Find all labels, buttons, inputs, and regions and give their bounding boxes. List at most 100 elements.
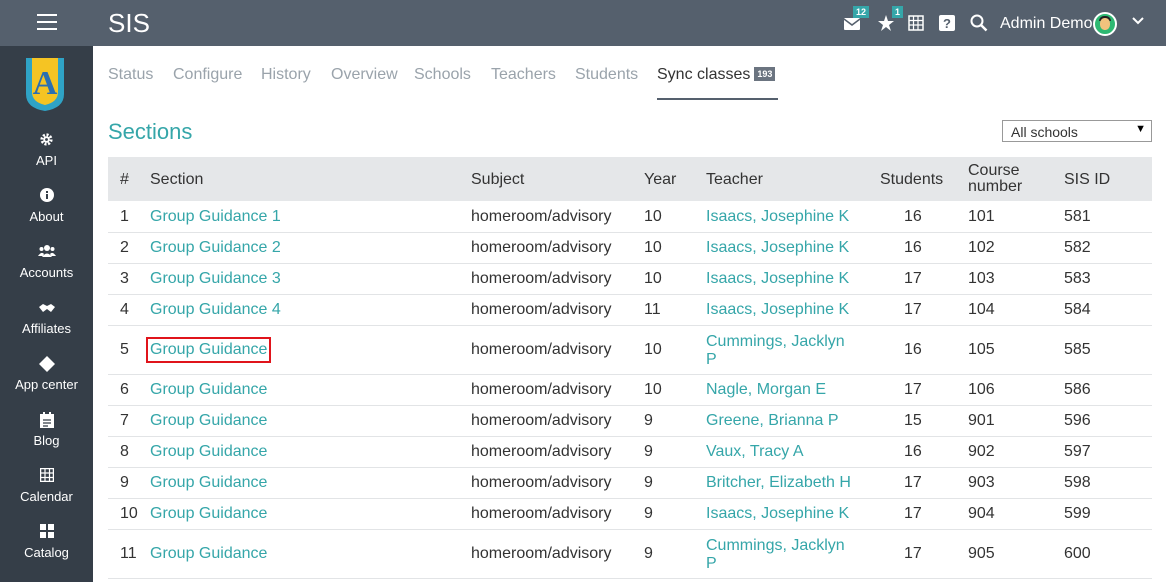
section-link[interactable]: Group Guidance 4 (150, 301, 281, 319)
teacher-name-line2: P (706, 351, 717, 368)
calendar-icon (0, 467, 93, 488)
teacher-link[interactable]: Vaux, Tracy A (706, 443, 804, 461)
teacher-name-line2: P (706, 555, 717, 572)
col-header-year[interactable]: Year (644, 171, 676, 189)
table-row: 1 Group Guidance 1 homeroom/advisory 10 Isaa… (108, 202, 1152, 233)
teacher-link[interactable]: Britcher, Elizabeth H (706, 474, 851, 492)
top-bar: SIS 12 1 ? Admin Demo (0, 0, 1166, 46)
students-cell: 16 (904, 341, 922, 358)
teacher-link[interactable]: Isaacs, Josephine K (706, 208, 849, 226)
section-link[interactable]: Group Guidance (150, 545, 267, 563)
teacher-link[interactable]: Isaacs, Josephine K (706, 239, 849, 257)
tab-label: Sync classes (657, 66, 751, 83)
sidebar-item-label: Blog (33, 433, 60, 448)
table-row: 11 Group Guidance homeroom/advisory 9 Cummin… (108, 530, 1152, 579)
col-header-sis-id[interactable]: SIS ID (1064, 171, 1110, 189)
students-cell: 17 (904, 301, 922, 318)
tab-history[interactable]: History (261, 66, 311, 84)
section-link[interactable]: Group Guidance (150, 505, 267, 523)
teacher-link[interactable]: Isaacs, Josephine K (706, 505, 849, 523)
teacher-name-line1: Cummings, Jacklyn (706, 537, 845, 554)
sidebar-item-api[interactable]: API (0, 132, 93, 188)
course-number-cell: 901 (968, 412, 995, 429)
teacher-link[interactable]: Nagle, Morgan E (706, 381, 826, 399)
teacher-link[interactable]: Isaacs, Josephine K (706, 270, 849, 288)
sis-id-cell: 597 (1064, 443, 1091, 460)
col-header-students[interactable]: Students (880, 171, 943, 189)
teacher-link[interactable]: Cummings, Jacklyn P (706, 333, 845, 369)
row-number: 9 (120, 474, 129, 491)
tab-students[interactable]: Students (575, 66, 638, 84)
subject-cell: homeroom/advisory (471, 301, 612, 318)
tab-configure[interactable]: Configure (173, 66, 242, 84)
active-tab-indicator (657, 98, 778, 100)
tab-overview[interactable]: Overview (331, 66, 398, 84)
subject-cell: homeroom/advisory (471, 505, 612, 522)
school-logo[interactable]: A (24, 56, 66, 112)
col-header-section[interactable]: Section (150, 171, 203, 189)
teacher-name-line1: Cummings, Jacklyn (706, 333, 845, 350)
messages-badge: 12 (852, 6, 869, 18)
messages-icon[interactable]: 12 (842, 6, 869, 33)
sidebar-item-about[interactable]: About (0, 188, 93, 244)
svg-text:?: ? (943, 16, 951, 31)
sidebar-item-label: Accounts (19, 265, 74, 280)
sidebar-item-blog[interactable]: Blog (0, 412, 93, 468)
sidebar-item-catalog[interactable]: Catalog (0, 524, 93, 580)
course-number-cell: 903 (968, 474, 995, 491)
count-badge: 193 (754, 67, 776, 81)
students-cell: 17 (904, 474, 922, 491)
gear-icon (0, 132, 93, 152)
row-number: 7 (120, 412, 129, 429)
tab-teachers[interactable]: Teachers (491, 66, 556, 84)
teacher-link[interactable]: Greene, Brianna P (706, 412, 839, 430)
sidebar-item-app-center[interactable]: App center (0, 356, 93, 412)
help-icon[interactable]: ? (937, 13, 957, 33)
catalog-icon (0, 524, 93, 544)
year-cell: 11 (644, 301, 661, 318)
info-icon (0, 188, 93, 208)
tab-schools[interactable]: Schools (414, 66, 471, 84)
sidebar-item-label: About (29, 209, 64, 224)
calendar-grid-icon[interactable] (906, 13, 926, 33)
section-link[interactable]: Group Guidance 2 (150, 239, 281, 257)
tab-sync-classes[interactable]: Sync classes 193 (657, 66, 776, 84)
hamburger-menu-icon[interactable] (37, 14, 57, 31)
col-header-teacher[interactable]: Teacher (706, 171, 763, 189)
search-icon[interactable] (969, 13, 989, 33)
course-number-cell: 904 (968, 505, 995, 522)
blog-icon (0, 412, 93, 432)
section-link[interactable]: Group Guidance (150, 443, 267, 461)
section-link[interactable]: Group Guidance 1 (150, 208, 281, 226)
teacher-link[interactable]: Isaacs, Josephine K (706, 301, 849, 319)
col-header-course-number[interactable]: Course number (968, 163, 1022, 195)
col-header-num[interactable]: # (120, 171, 129, 189)
course-number-cell: 105 (968, 341, 995, 358)
table-row: 8 Group Guidance homeroom/advisory 9 Vaux, T… (108, 437, 1152, 468)
year-cell: 10 (644, 381, 662, 398)
section-link[interactable]: Group Guidance (150, 474, 267, 492)
row-number: 3 (120, 270, 129, 287)
sidebar: A API About Accounts Affiliates App cent… (0, 46, 93, 582)
teacher-link[interactable]: Cummings, Jacklyn P (706, 537, 845, 573)
col-header-subject[interactable]: Subject (471, 171, 524, 189)
chevron-down-icon[interactable] (1131, 14, 1145, 31)
user-name[interactable]: Admin Demo (1000, 15, 1092, 33)
notifications-icon[interactable]: 1 (876, 6, 903, 33)
sidebar-item-label: App center (15, 377, 78, 392)
sidebar-item-affiliates[interactable]: Affiliates (0, 300, 93, 356)
section-link[interactable]: Group Guidance (145, 337, 272, 363)
sis-id-cell: 596 (1064, 412, 1091, 429)
sidebar-item-calendar[interactable]: Calendar (0, 467, 93, 524)
school-filter-select[interactable]: All schools ▼ (1002, 120, 1152, 142)
avatar[interactable] (1093, 12, 1117, 36)
tab-status[interactable]: Status (108, 66, 153, 84)
sis-id-cell: 600 (1064, 545, 1091, 562)
course-number-cell: 902 (968, 443, 995, 460)
section-link[interactable]: Group Guidance 3 (150, 270, 281, 288)
section-link[interactable]: Group Guidance (150, 412, 267, 430)
page-title: Sections (108, 119, 193, 144)
subject-cell: homeroom/advisory (471, 341, 612, 358)
section-link[interactable]: Group Guidance (150, 381, 267, 399)
sidebar-item-accounts[interactable]: Accounts (0, 244, 93, 300)
